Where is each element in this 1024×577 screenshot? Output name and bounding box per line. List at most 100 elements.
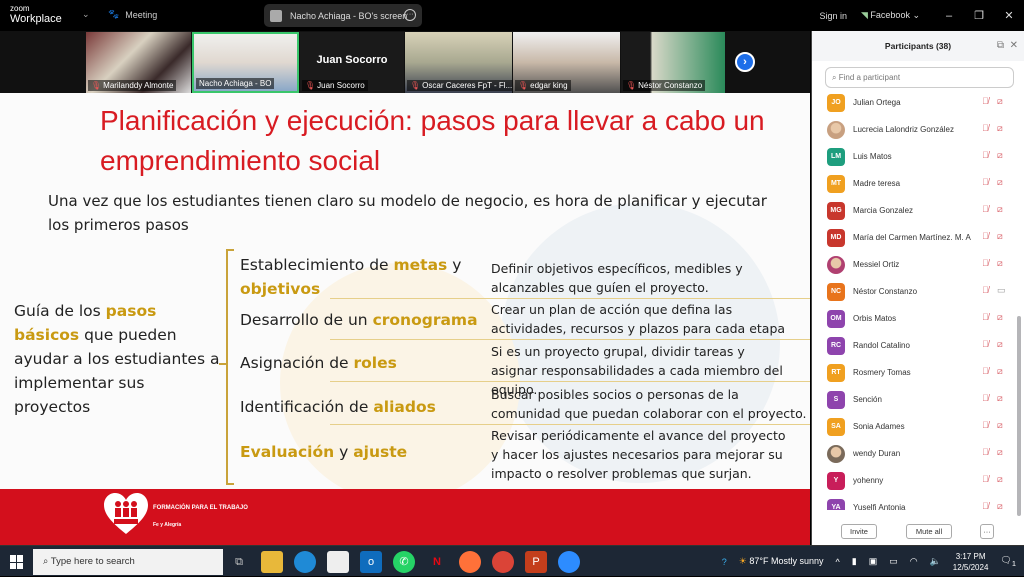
chrome-icon[interactable] [492,551,514,573]
avatar: LM [827,148,845,166]
video-off-icon[interactable]: ⧄ [997,150,1003,161]
restore-button[interactable]: ❐ [964,9,994,22]
video-off-icon[interactable]: ⧄ [997,474,1003,485]
screen-share-pill[interactable]: Nacho Achiaga - BO's screen ··· [264,4,422,27]
tile-display-name: Juan Socorro [316,54,388,66]
video-off-icon[interactable]: ⧄ [997,501,1003,510]
video-off-icon[interactable]: ⧄ [997,393,1003,404]
muted-mic-icon[interactable]: 🎙̸ [982,123,989,133]
powerpoint-icon[interactable]: P [525,551,547,573]
participant-row[interactable]: JO Julian Ortega 🎙̸ ⧄ [812,90,1017,117]
battery-icon[interactable]: ▭ [889,556,898,567]
video-off-icon[interactable]: ⧄ [997,447,1003,458]
whatsapp-icon[interactable]: ✆ [393,551,415,573]
muted-mic-icon[interactable]: 🎙̸ [982,285,989,295]
feed-selector[interactable]: ◥ Facebook ⌄ [861,10,920,21]
zoom-icon[interactable] [558,551,580,573]
video-off-icon[interactable]: ⧄ [997,177,1003,188]
video-tile[interactable]: 🎙 Oscar Caceres FpT - Fl... [405,32,512,93]
participant-row[interactable]: RT Rosmery Tomas 🎙̸ ⧄ [812,360,1017,387]
muted-mic-icon[interactable]: 🎙̸ [982,150,989,160]
participant-row[interactable]: MD María del Carmen Martínez. M. A 🎙̸ ⧄ [812,225,1017,252]
mute-all-button[interactable]: Mute all [906,524,952,539]
video-off-icon[interactable]: ⧄ [997,258,1003,269]
muted-mic-icon[interactable]: 🎙̸ [982,96,989,106]
sign-in-link[interactable]: Sign in [819,11,847,21]
video-tile[interactable]: Juan Socorro 🎙 Juan Socorro [300,32,404,93]
outlook-icon[interactable]: o [360,551,382,573]
video-off-icon[interactable]: ⧄ [997,312,1003,323]
system-clock[interactable]: 3:17 PM 12/5/2024 [953,551,989,573]
more-options-icon[interactable]: ··· [404,9,416,21]
video-off-icon[interactable]: ⧄ [997,231,1003,242]
next-page-button[interactable]: › [735,52,755,72]
participant-list-scrollbar[interactable] [1017,316,1021,516]
meet-now-icon[interactable]: ▣ [869,556,878,567]
participant-row[interactable]: LM Luis Matos 🎙̸ ⧄ [812,144,1017,171]
muted-mic-icon[interactable]: 🎙̸ [982,204,989,214]
participant-row[interactable]: MT Madre teresa 🎙̸ ⧄ [812,171,1017,198]
close-panel-icon[interactable]: ✕ [1010,31,1018,61]
muted-mic-icon[interactable]: 🎙̸ [982,366,989,376]
participant-name: Néstor Constanzo [853,287,918,296]
video-tile[interactable]: 🎙 Marilanddy Almonte [86,32,191,93]
taskbar-search-input[interactable]: ⌕ Type here to search [33,549,223,575]
firefox-icon[interactable] [459,551,481,573]
participant-row[interactable]: MG Marcia Gonzalez 🎙̸ ⧄ [812,198,1017,225]
help-icon[interactable]: ? [722,557,727,567]
participant-row[interactable]: wendy Duran 🎙̸ ⧄ [812,441,1017,468]
video-off-icon[interactable]: ⧄ [997,366,1003,377]
file-explorer-icon[interactable] [261,551,283,573]
muted-mic-icon[interactable]: 🎙̸ [982,420,989,430]
muted-mic-icon[interactable]: 🎙̸ [982,177,989,187]
participant-row[interactable]: Yyohenny 🎙̸ ⧄ [812,468,1017,495]
more-options-button[interactable]: ··· [980,524,994,539]
muted-mic-icon[interactable]: 🎙̸ [982,339,989,349]
participant-row[interactable]: YA Yuselfi Antonia 🎙̸ ⧄ [812,495,1017,510]
windows-start-icon[interactable] [10,555,24,569]
video-tile[interactable]: 🎙 edgar king [513,32,620,93]
volume-icon[interactable]: 🔈 [930,556,941,567]
clock-time: 3:17 PM [955,551,986,561]
store-icon[interactable] [327,551,349,573]
video-tile-active-speaker[interactable]: Nacho Achiaga - BO [192,32,299,93]
video-off-icon[interactable]: ⧄ [997,204,1003,215]
video-off-icon[interactable]: ⧄ [997,123,1003,134]
participant-row[interactable]: NC Néstor Constanzo 🎙̸ ▭ [812,279,1017,306]
participant-row[interactable]: Messiel Ortiz 🎙̸ ⧄ [812,252,1017,279]
muted-mic-icon[interactable]: 🎙̸ [982,258,989,268]
participant-row[interactable]: Lucrecia Lalondriz González 🎙̸ ⧄ [812,117,1017,144]
edge-icon[interactable] [294,551,316,573]
wifi-icon[interactable]: ◠ [910,556,918,567]
video-tile[interactable]: 🎙 Néstor Constanzo [621,32,725,93]
invite-button[interactable]: Invite [841,524,877,539]
notifications-icon[interactable]: 🗨1 [1000,555,1016,568]
chevron-down-icon[interactable]: ⌄ [82,9,90,20]
close-button[interactable]: ✕ [994,9,1024,22]
minimize-button[interactable]: – [934,10,964,22]
shared-slide: Planificación y ejecución: pasos para ll… [0,93,810,545]
participant-row[interactable]: OM Orbis Matos 🎙̸ ⧄ [812,306,1017,333]
muted-mic-icon[interactable]: 🎙̸ [982,447,989,457]
muted-mic-icon[interactable]: 🎙̸ [982,501,989,510]
microphone-icon[interactable]: ▮ [852,556,857,567]
netflix-icon[interactable]: N [426,551,448,573]
participant-row[interactable]: SA Sonia Adames 🎙̸ ⧄ [812,414,1017,441]
muted-mic-icon[interactable]: 🎙̸ [982,393,989,403]
muted-mic-icon[interactable]: 🎙̸ [982,474,989,484]
participant-row[interactable]: RC Randol Catalino 🎙̸ ⧄ [812,333,1017,360]
participant-search-input[interactable]: ⌕ Find a participant [825,67,1014,88]
video-on-icon[interactable]: ▭ [997,285,1006,296]
video-off-icon[interactable]: ⧄ [997,420,1003,431]
muted-mic-icon: 🎙 [518,81,529,90]
video-off-icon[interactable]: ⧄ [997,339,1003,350]
muted-mic-icon[interactable]: 🎙̸ [982,231,989,241]
muted-mic-icon[interactable]: 🎙̸ [982,312,989,322]
pop-out-icon[interactable]: ⧉ [997,31,1004,61]
meeting-tab[interactable]: 🐾 Meeting [108,9,157,20]
task-view-icon[interactable]: ⧉ [228,551,250,573]
show-hidden-icons[interactable]: ^ [836,557,840,567]
weather-widget[interactable]: ☀ 87°F Mostly sunny [739,556,824,567]
participant-row[interactable]: S Sención 🎙̸ ⧄ [812,387,1017,414]
video-off-icon[interactable]: ⧄ [997,96,1003,107]
